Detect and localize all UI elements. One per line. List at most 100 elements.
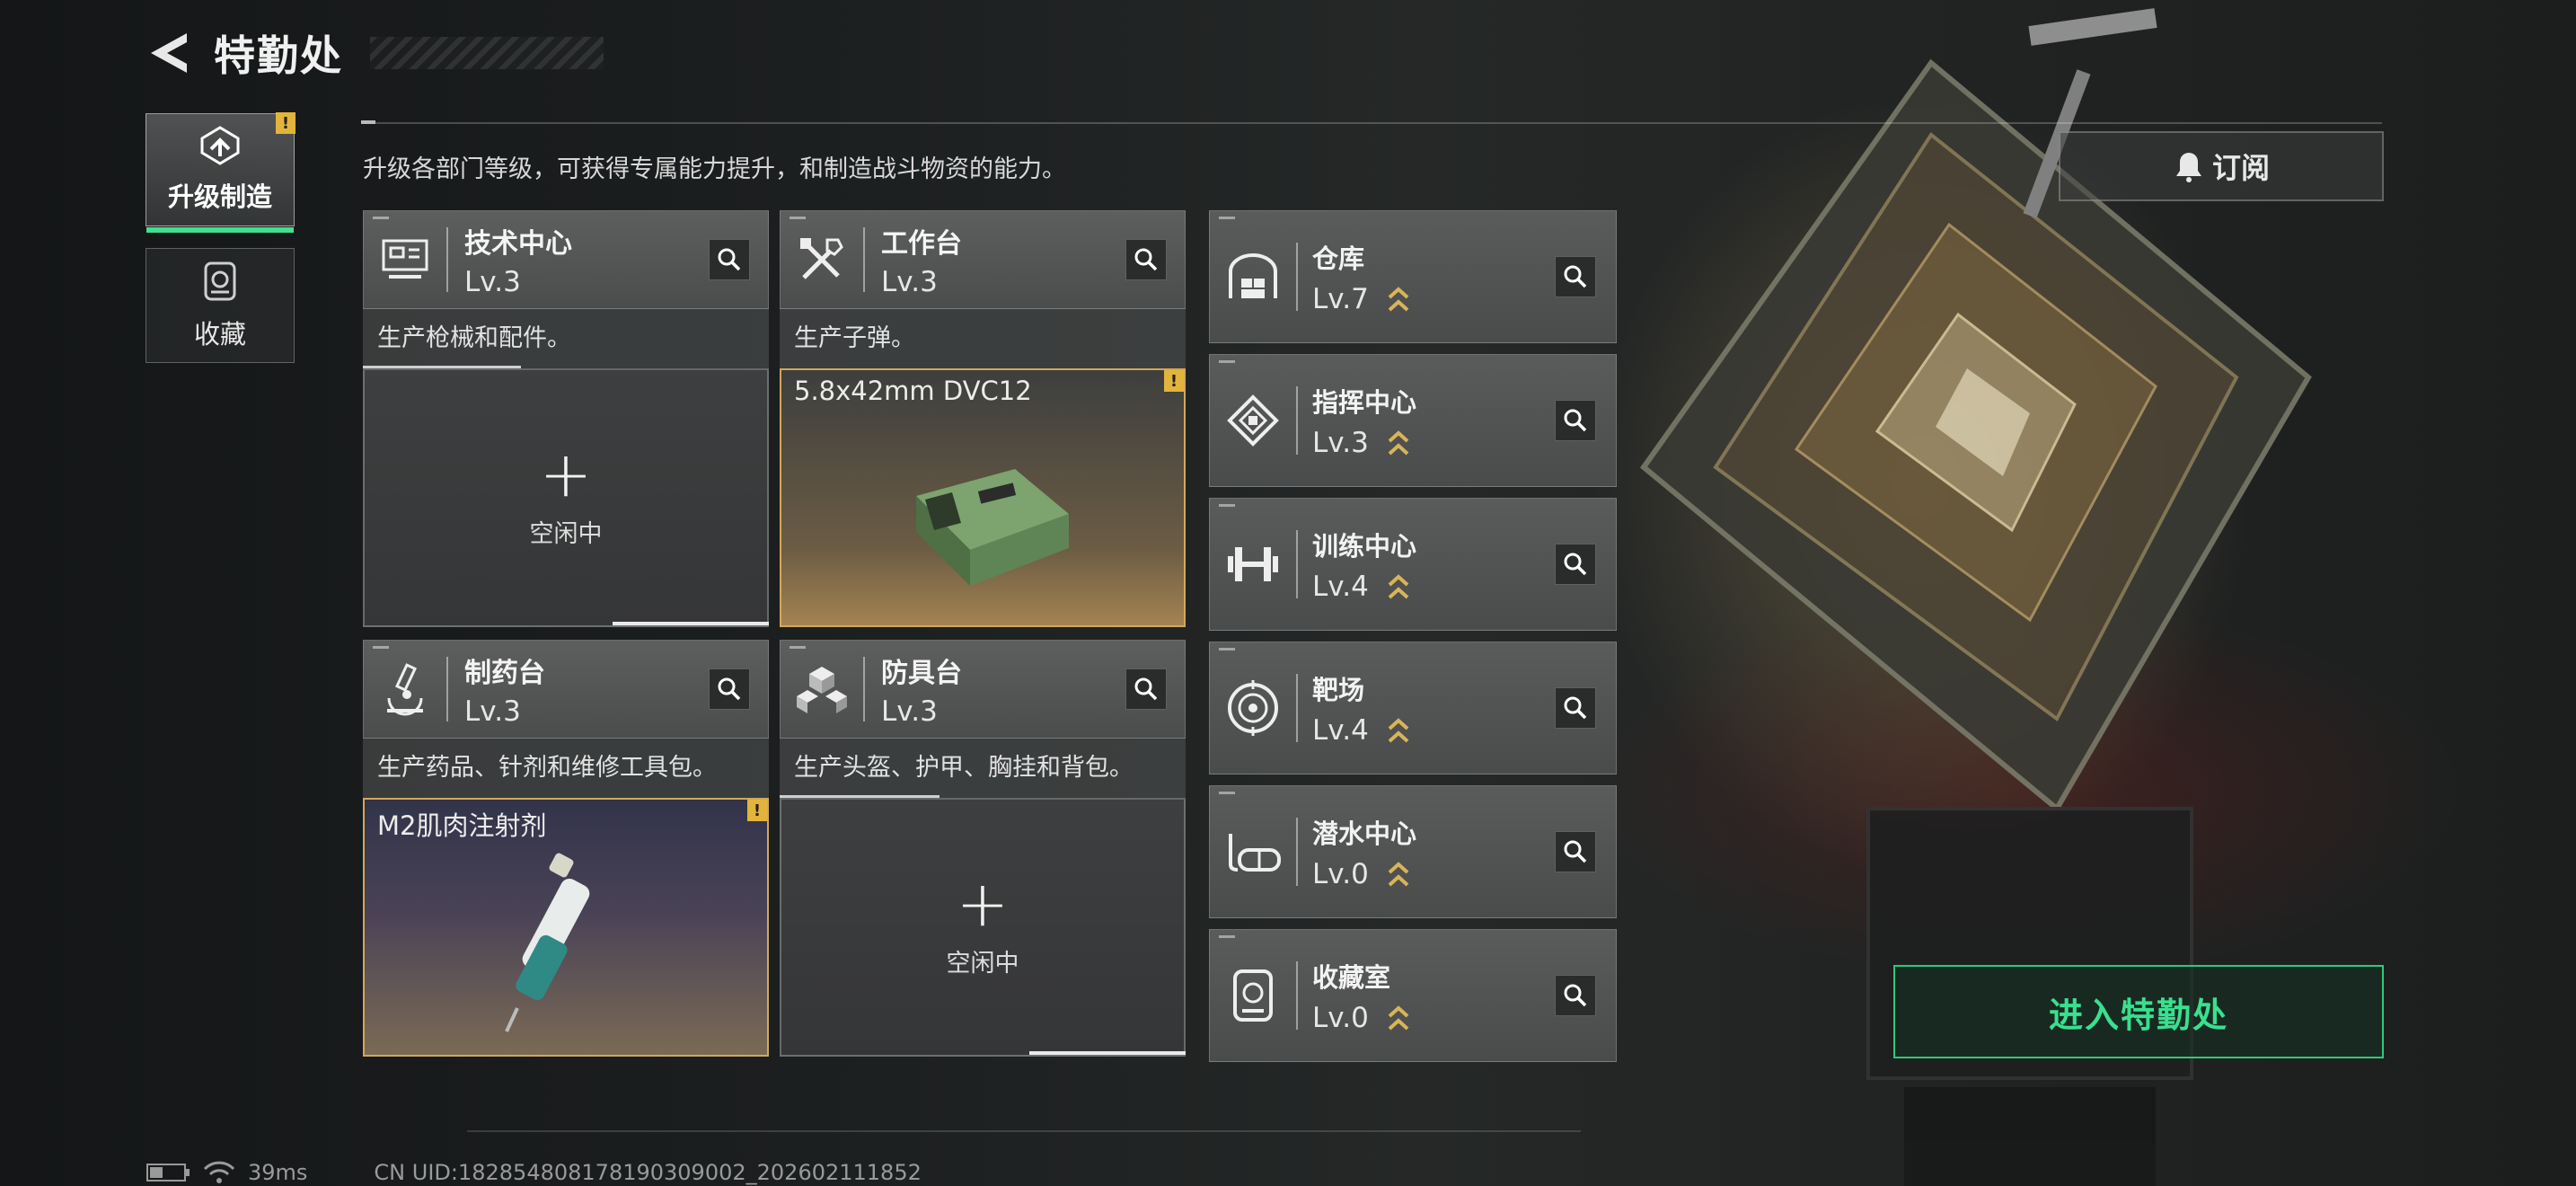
header-divider	[361, 122, 2382, 124]
production-slot-active[interactable]: M2肌肉注射剂 !	[363, 798, 769, 1057]
tab-label: 升级制造	[167, 181, 272, 212]
upgrade-available-icon	[1388, 430, 1409, 456]
department-header[interactable]: 工作台 Lv.3	[780, 210, 1186, 309]
upgrade-icon	[200, 126, 240, 165]
department-description: 生产子弹。	[780, 309, 1186, 368]
facility-collection-room[interactable]: 收藏室 Lv.0	[1209, 929, 1617, 1062]
warning-badge: !	[276, 112, 296, 134]
facility-diving-center[interactable]: 潜水中心 Lv.0	[1209, 785, 1617, 918]
upgrade-available-icon	[1388, 287, 1409, 312]
facility-level: Lv.7	[1312, 283, 1369, 315]
page-title: 特勤处	[214, 31, 343, 80]
department-card-pharmacy: 制药台 Lv.3 生产药品、针剂和维修工具包。 M2肌肉注射剂 !	[363, 640, 769, 1057]
tools-icon	[800, 238, 843, 279]
facility-warehouse[interactable]: 仓库 Lv.7	[1209, 210, 1617, 343]
slot-progress-bar	[613, 622, 769, 625]
header-divider-accent	[361, 120, 375, 124]
search-icon	[718, 677, 741, 701]
warehouse-icon	[1229, 253, 1277, 298]
department-header[interactable]: 制药台 Lv.3	[363, 640, 769, 739]
department-level: Lv.3	[881, 266, 938, 298]
facility-level: Lv.0	[1312, 858, 1369, 890]
ammo-box-image	[916, 469, 1069, 586]
status-footer: 39ms CN UID:182854808178190309002_202602…	[146, 1159, 922, 1186]
search-icon	[1564, 696, 1587, 720]
dumbbell-icon	[1228, 547, 1278, 581]
search-button[interactable]	[1555, 975, 1596, 1016]
facility-name: 指挥中心	[1312, 387, 1417, 418]
tab-upgrade-manufacture[interactable]: 升级制造 !	[146, 112, 296, 233]
department-description-text: 生产子弹。	[794, 324, 915, 352]
idle-status-text: 空闲中	[529, 519, 603, 548]
department-name: 工作台	[881, 228, 962, 260]
facility-name: 仓库	[1312, 243, 1365, 274]
search-button[interactable]	[1125, 668, 1167, 710]
page-header: 特勤处	[144, 22, 604, 84]
user-uid-text: CN UID:182854808178190309002_20260211185…	[374, 1160, 922, 1185]
department-header[interactable]: 防具台 Lv.3	[780, 640, 1186, 739]
collection-icon	[204, 261, 236, 301]
subscribe-button[interactable]: 订阅	[2059, 131, 2384, 201]
search-icon	[1564, 409, 1587, 432]
add-production-icon: +	[539, 437, 593, 511]
bell-icon	[2175, 153, 2201, 182]
search-icon	[718, 248, 741, 271]
upgrade-available-icon	[1388, 574, 1409, 599]
command-icon	[1227, 394, 1279, 447]
warning-badge: !	[1164, 370, 1184, 392]
tab-collection[interactable]: 收藏	[146, 248, 295, 363]
department-card-workbench: 工作台 Lv.3 生产子弹。 5.8x42mm DVC12 !	[780, 210, 1186, 627]
department-description-text: 生产药品、针剂和维修工具包。	[377, 754, 717, 782]
ping-text: 39ms	[248, 1160, 308, 1185]
microscope-icon	[387, 663, 423, 716]
upgrade-available-icon	[1388, 1005, 1409, 1031]
subscribe-label: 订阅	[2211, 151, 2270, 185]
production-slot-active[interactable]: 5.8x42mm DVC12 !	[780, 368, 1186, 627]
target-icon	[1228, 680, 1278, 736]
facility-shooting-range[interactable]: 靶场 Lv.4	[1209, 642, 1617, 774]
collection-room-icon	[1233, 969, 1273, 1022]
department-name: 制药台	[464, 658, 545, 689]
search-button[interactable]	[1555, 831, 1596, 872]
search-button[interactable]	[1555, 256, 1596, 297]
search-icon	[1564, 984, 1587, 1007]
department-level: Lv.3	[464, 266, 521, 298]
search-icon	[1134, 677, 1158, 701]
diving-mask-icon	[1229, 834, 1281, 872]
facility-name: 潜水中心	[1312, 819, 1417, 849]
warning-badge: !	[747, 800, 767, 821]
search-button[interactable]	[1555, 544, 1596, 585]
search-button[interactable]	[1555, 687, 1596, 729]
search-icon	[1134, 248, 1158, 271]
search-button[interactable]	[1555, 400, 1596, 441]
injector-image	[505, 853, 590, 1032]
facility-command-center[interactable]: 指挥中心 Lv.3	[1209, 354, 1617, 487]
department-card-tech-center: 技术中心 Lv.3 生产枪械和配件。 + 空闲中	[363, 210, 769, 627]
facility-level: Lv.3	[1312, 427, 1369, 459]
production-slot-idle[interactable]: + 空闲中	[363, 368, 769, 627]
facility-name: 靶场	[1312, 675, 1365, 705]
department-description-text: 生产枪械和配件。	[377, 324, 571, 352]
title-decoration	[370, 37, 604, 69]
battery-icon	[146, 1164, 190, 1182]
add-production-icon: +	[956, 866, 1010, 941]
facility-level: Lv.4	[1312, 714, 1369, 747]
production-slot-idle[interactable]: + 空闲中	[780, 798, 1186, 1057]
back-button[interactable]	[144, 28, 194, 78]
facility-name: 训练中心	[1312, 531, 1417, 562]
search-button[interactable]	[709, 239, 750, 280]
footer-divider	[467, 1130, 1581, 1132]
department-level: Lv.3	[464, 695, 521, 728]
department-card-armor-bench: 防具台 Lv.3 生产头盔、护甲、胸挂和背包。 + 空闲中	[780, 640, 1186, 1057]
page-description: 升级各部门等级，可获得专属能力提升，和制造战斗物资的能力。	[363, 155, 1066, 183]
department-header[interactable]: 技术中心 Lv.3	[363, 210, 769, 309]
facility-training-center[interactable]: 训练中心 Lv.4	[1209, 498, 1617, 631]
department-description: 生产药品、针剂和维修工具包。	[363, 739, 769, 798]
search-button[interactable]	[709, 668, 750, 710]
search-icon	[1564, 840, 1587, 863]
search-button[interactable]	[1125, 239, 1167, 280]
enter-label: 进入特勤处	[2048, 995, 2228, 1035]
enter-special-ops-button[interactable]: 进入特勤处	[1893, 965, 2384, 1058]
idle-status-text: 空闲中	[946, 949, 1019, 978]
department-description: 生产枪械和配件。	[363, 309, 769, 368]
